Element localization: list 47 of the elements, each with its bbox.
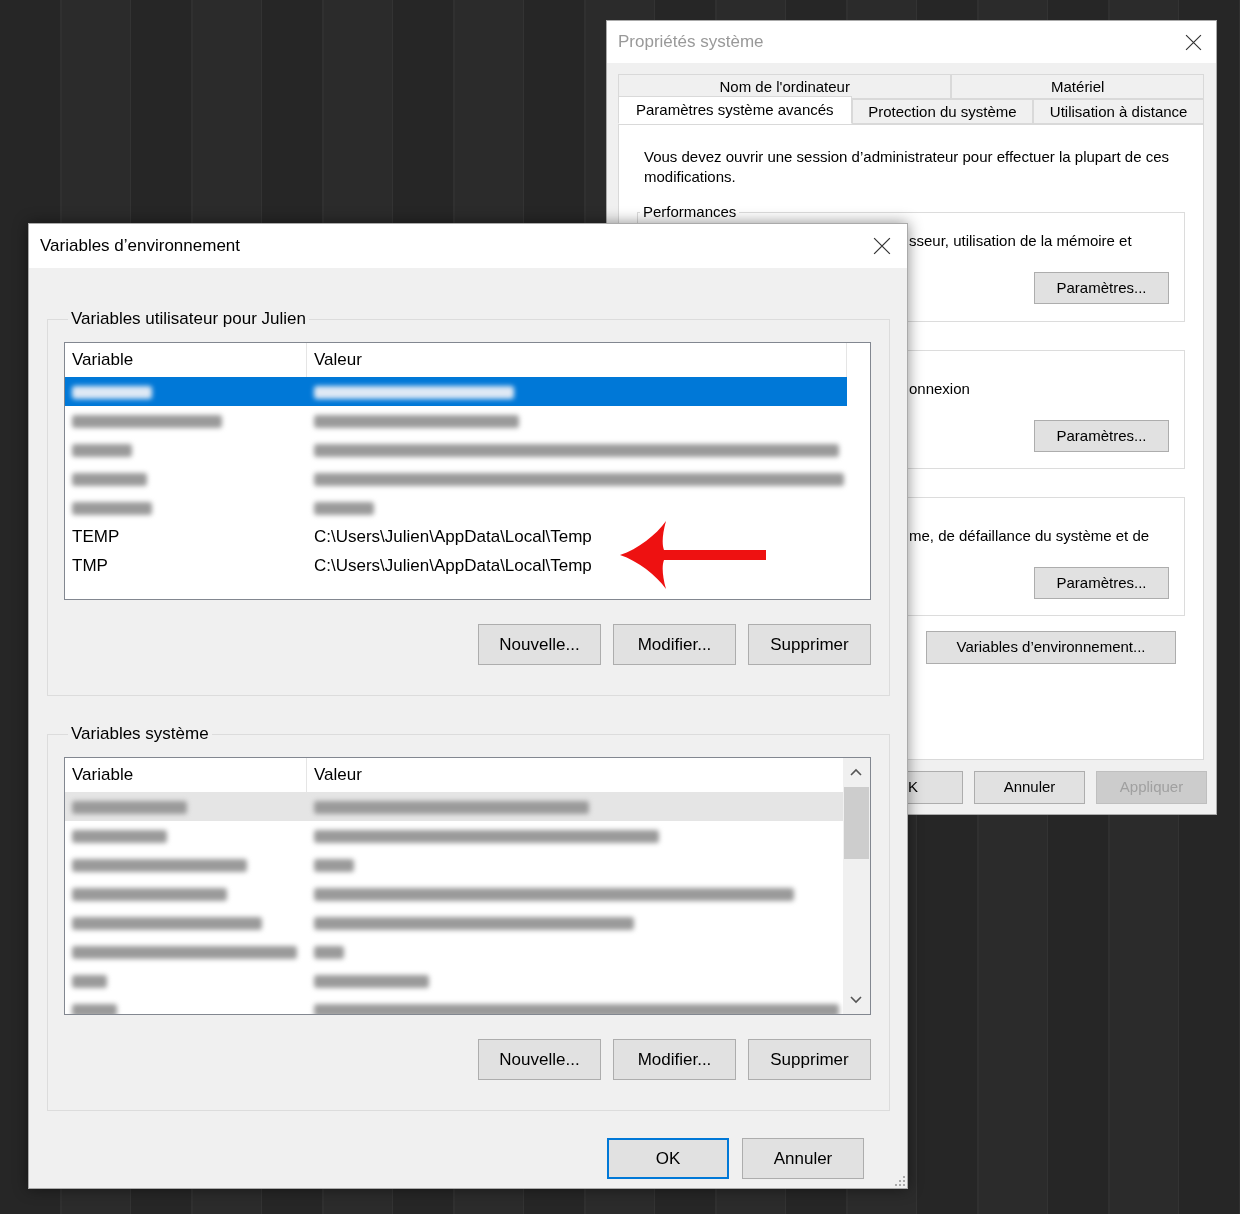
- blurred-text: [314, 945, 344, 959]
- variable-value: C:\Users\Julien\AppData\Local\Temp: [314, 526, 592, 546]
- blurred-text: [72, 974, 107, 988]
- variable-name: TMP: [72, 555, 108, 575]
- scrollbar-thumb[interactable]: [844, 787, 869, 859]
- blurred-text: [314, 501, 374, 515]
- resize-grip-icon[interactable]: [895, 1176, 905, 1186]
- list-action-button[interactable]: Supprimer: [748, 1039, 871, 1080]
- blurred-text: [314, 858, 354, 872]
- dialog-button[interactable]: K: [906, 771, 963, 804]
- group-description: onnexion: [909, 380, 971, 398]
- settings-button[interactable]: Paramètres...: [1034, 272, 1169, 304]
- close-icon[interactable]: [1185, 33, 1202, 51]
- list-row[interactable]: TEMP C:\Users\Julien\AppData\Local\Temp: [65, 522, 847, 551]
- list-action-button[interactable]: Modifier...: [613, 1039, 736, 1080]
- window-title: Propriétés système: [618, 31, 764, 54]
- notice-text: Vous devez ouvrir une session d’administrateur pour effectuer la plupart de ces modifications.: [644, 147, 1170, 187]
- list-row[interactable]: [65, 377, 847, 406]
- group-legend: Variables utilisateur pour Julien: [68, 308, 309, 330]
- window-title: Variables d’environnement: [40, 235, 241, 258]
- settings-button[interactable]: Paramètres...: [1034, 567, 1169, 599]
- group-description: me, de défaillance du système et de: [909, 527, 1151, 545]
- blurred-text: [72, 1003, 117, 1014]
- list-action-button[interactable]: Modifier...: [613, 624, 736, 665]
- list-action-button[interactable]: Nouvelle...: [478, 1039, 601, 1080]
- close-icon[interactable]: [873, 237, 891, 255]
- dialog-button[interactable]: Annuler: [742, 1138, 864, 1179]
- list-row[interactable]: TMP C:\Users\Julien\AppData\Local\Temp: [65, 551, 847, 580]
- dialog-button[interactable]: Annuler: [974, 771, 1085, 804]
- scrollbar[interactable]: [843, 758, 870, 1014]
- list-action-button[interactable]: Nouvelle...: [478, 624, 601, 665]
- variable-value: C:\Users\Julien\AppData\Local\Temp: [314, 555, 592, 575]
- group-legend: Performances: [640, 203, 740, 221]
- scroll-down-icon[interactable]: [849, 995, 863, 1005]
- variable-name: TEMP: [72, 526, 120, 546]
- tab[interactable]: Paramètres système avancés: [618, 96, 852, 124]
- group-legend: Variables système: [68, 723, 212, 745]
- list-action-button[interactable]: Supprimer: [748, 624, 871, 665]
- tab[interactable]: Utilisation à distance: [1033, 99, 1204, 124]
- environment-variables-button[interactable]: Variables d’environnement...: [926, 631, 1176, 664]
- settings-button[interactable]: Paramètres...: [1034, 420, 1169, 452]
- dialog-button[interactable]: OK: [607, 1138, 729, 1179]
- tab[interactable]: Matériel: [951, 74, 1204, 99]
- blurred-text: [72, 443, 132, 457]
- scroll-up-icon[interactable]: [849, 767, 863, 777]
- tab[interactable]: Protection du système: [851, 99, 1034, 124]
- group-description: sseur, utilisation de la mémoire et: [909, 232, 1133, 250]
